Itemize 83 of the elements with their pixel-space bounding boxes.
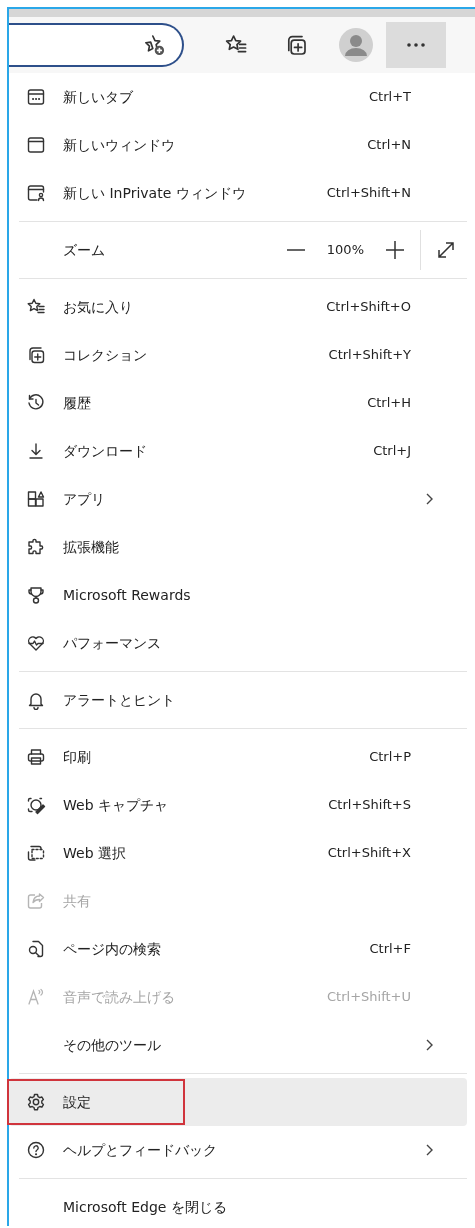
menu-item[interactable]: 新しい InPrivate ウィンドウ Ctrl+Shift+N [9, 169, 467, 217]
private-window-icon [26, 183, 46, 203]
shortcut-text: Ctrl+Shift+O [326, 298, 411, 317]
menu-item[interactable]: ヘルプとフィードバック [9, 1126, 467, 1174]
menu-item-label: Web 選択 [63, 843, 126, 863]
menu-item[interactable]: ダウンロード Ctrl+J [9, 427, 467, 475]
read-aloud-icon [26, 987, 46, 1007]
shortcut-text: Ctrl+T [369, 88, 411, 107]
settings-icon [26, 1092, 46, 1112]
shortcut-text: Ctrl+Shift+S [328, 796, 411, 815]
plus-icon [384, 239, 406, 261]
shortcut-text: Ctrl+F [369, 940, 411, 959]
capture-icon [26, 795, 46, 815]
menu-item[interactable]: パフォーマンス [9, 619, 467, 667]
zoom-level: 100% [326, 241, 364, 260]
apps-icon [26, 489, 46, 509]
menu-item-label: Microsoft Rewards [63, 585, 191, 605]
full-screen-button[interactable] [435, 239, 457, 261]
menu-item[interactable]: 新しいウィンドウ Ctrl+N [9, 121, 467, 169]
menu-item[interactable]: 履歴 Ctrl+H [9, 379, 467, 427]
menu-item-label: アプリ [63, 489, 105, 509]
menu-item-label: 拡張機能 [63, 537, 119, 557]
menu-item[interactable]: お気に入り Ctrl+Shift+O [9, 283, 467, 331]
more-dots-icon [406, 42, 426, 48]
shortcut-text: Ctrl+J [373, 442, 411, 461]
find-page-icon [26, 939, 46, 959]
menu-item-label: 新しいウィンドウ [63, 135, 175, 155]
bell-icon [26, 690, 46, 710]
menu-item[interactable]: 印刷 Ctrl+P [9, 733, 467, 781]
menu-item-label: ダウンロード [63, 441, 147, 461]
menu-item[interactable]: 拡張機能 [9, 523, 467, 571]
menu-item[interactable]: 新しいタブ Ctrl+T [9, 73, 467, 121]
menu-item-label: Web キャプチャ [63, 795, 168, 815]
menu-item[interactable]: Web キャプチャ Ctrl+Shift+S [9, 781, 467, 829]
menu-item-label: アラートとヒント [63, 690, 175, 710]
menu-item-label: お気に入り [63, 297, 133, 317]
zoom-label: ズーム [63, 240, 105, 260]
menu-item-label: 新しいタブ [63, 87, 133, 107]
zoom-in-button[interactable] [384, 239, 406, 261]
shortcut-text: Ctrl+H [367, 394, 411, 413]
menu-item-label: 音声で読み上げる [63, 987, 175, 1007]
window-icon [26, 135, 46, 155]
menu-item-label: ページ内の検索 [63, 939, 161, 959]
shortcut-text: Ctrl+Shift+X [327, 844, 411, 863]
menu-item[interactable]: アプリ [9, 475, 467, 523]
menu-item[interactable]: Web 選択 Ctrl+Shift+X [9, 829, 467, 877]
expand-icon [435, 239, 457, 261]
minus-icon [285, 249, 306, 251]
shortcut-text: Ctrl+Shift+U [327, 988, 411, 1007]
menu-item-label: パフォーマンス [63, 633, 161, 653]
trophy-icon [26, 585, 46, 605]
menu-item-label: 新しい InPrivate ウィンドウ [63, 183, 246, 203]
menu-item[interactable]: Microsoft Rewards [9, 571, 467, 619]
shortcut-text: Ctrl+P [369, 748, 411, 767]
menu-item[interactable]: アラートとヒント [9, 676, 467, 724]
menu-item-label: 履歴 [63, 393, 91, 413]
collections-icon [26, 345, 46, 365]
share-icon [26, 891, 46, 911]
shortcut-text: Ctrl+Shift+N [326, 184, 411, 203]
menu-item-label: 設定 [63, 1092, 91, 1112]
shortcut-text: Ctrl+N [367, 136, 411, 155]
help-icon [26, 1140, 46, 1160]
menu-item[interactable]: 設定 [9, 1078, 467, 1126]
printer-icon [26, 747, 46, 767]
avatar-icon[interactable] [339, 28, 373, 62]
menu-item[interactable]: コレクション Ctrl+Shift+Y [9, 331, 467, 379]
menu-item-label: Microsoft Edge を閉じる [63, 1197, 227, 1217]
menu-item[interactable]: ページ内の検索 Ctrl+F [9, 925, 467, 973]
menu-item-label: 共有 [63, 891, 91, 911]
menu-item[interactable]: その他のツール [9, 1021, 467, 1069]
download-icon [26, 441, 46, 461]
menu-item-label: ヘルプとフィードバック [63, 1140, 217, 1160]
menu-item[interactable]: Microsoft Edge を閉じる [9, 1183, 467, 1228]
puzzle-icon [26, 537, 46, 557]
new-tab-icon [26, 87, 46, 107]
web-select-icon [26, 843, 46, 863]
menu-item-label: コレクション [63, 345, 147, 365]
heart-pulse-icon [26, 633, 46, 653]
address-bar[interactable] [9, 23, 184, 67]
menu-item-label: 印刷 [63, 747, 91, 767]
shortcut-text: Ctrl+Shift+Y [328, 346, 411, 365]
history-icon [26, 393, 46, 413]
menu-item-label: その他のツール [63, 1035, 161, 1055]
